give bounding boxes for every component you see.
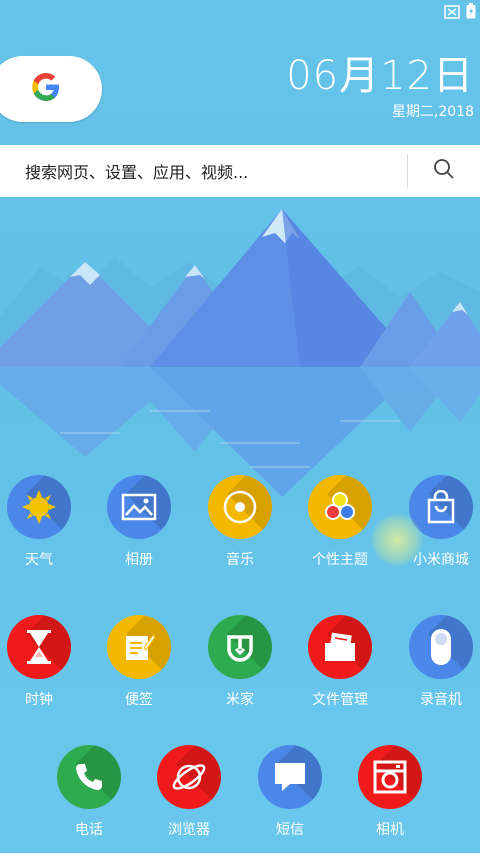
search-bar[interactable]: 搜索网页、设置、应用、视频... bbox=[0, 145, 480, 197]
app-notes[interactable]: 便签 bbox=[91, 615, 187, 709]
phone-icon bbox=[76, 764, 102, 790]
app-music-circle bbox=[208, 475, 272, 539]
dock-phone[interactable]: 电话 bbox=[41, 745, 137, 839]
dock-phone-circle bbox=[57, 745, 121, 809]
app-mi-home-circle bbox=[208, 615, 272, 679]
search-input[interactable]: 搜索网页、设置、应用、视频... bbox=[0, 159, 407, 183]
app-recorder-circle bbox=[409, 615, 473, 679]
dock-phone-label: 电话 bbox=[75, 822, 103, 838]
camera-icon bbox=[373, 760, 407, 794]
hourglass-icon bbox=[27, 630, 51, 664]
app-recorder[interactable]: 录音机 bbox=[393, 615, 480, 709]
app-notes-label: 便签 bbox=[125, 692, 153, 708]
dock-browser-label: 浏览器 bbox=[168, 822, 210, 838]
clock-widget[interactable]: 06月12日 星期二,2018 bbox=[286, 52, 474, 122]
touch-indicator bbox=[371, 514, 423, 566]
notes-pen-icon bbox=[126, 634, 156, 660]
picture-icon bbox=[121, 493, 157, 521]
wallpaper-mountains bbox=[0, 197, 480, 507]
app-gallery-circle bbox=[107, 475, 171, 539]
no-sim-icon bbox=[444, 4, 460, 23]
browser-planet-icon bbox=[172, 764, 206, 790]
shopping-bag-icon bbox=[427, 490, 455, 524]
clock-date: 06月12日 bbox=[286, 53, 474, 99]
dock-messages-label: 短信 bbox=[276, 822, 304, 838]
microphone-icon bbox=[431, 629, 451, 665]
mi-home-logo-icon bbox=[227, 635, 253, 662]
dock-browser-circle bbox=[157, 745, 221, 809]
battery-charging-icon bbox=[466, 3, 476, 23]
google-search-widget[interactable] bbox=[0, 56, 102, 122]
google-logo-icon bbox=[29, 70, 63, 108]
dock-browser[interactable]: 浏览器 bbox=[141, 745, 237, 839]
clock-weekday-year: 星期二,2018 bbox=[391, 104, 474, 120]
app-themes[interactable]: 个性主题 bbox=[292, 475, 388, 569]
app-weather[interactable]: 天气 bbox=[0, 475, 87, 569]
sun-icon bbox=[22, 490, 56, 524]
search-button[interactable] bbox=[408, 145, 480, 197]
app-file-manager-label: 文件管理 bbox=[312, 692, 368, 708]
app-clock[interactable]: 时钟 bbox=[0, 615, 87, 709]
app-weather-label: 天气 bbox=[25, 552, 53, 568]
app-music[interactable]: 音乐 bbox=[192, 475, 288, 569]
app-weather-circle bbox=[7, 475, 71, 539]
app-file-manager-circle bbox=[308, 615, 372, 679]
app-file-manager[interactable]: 文件管理 bbox=[292, 615, 388, 709]
folder-icon bbox=[325, 632, 355, 661]
dock-camera[interactable]: 相机 bbox=[342, 745, 438, 839]
app-recorder-label: 录音机 bbox=[420, 692, 462, 708]
dock-camera-label: 相机 bbox=[376, 822, 404, 838]
app-gallery[interactable]: 相册 bbox=[91, 475, 187, 569]
app-mi-home[interactable]: 米家 bbox=[192, 615, 288, 709]
themes-palette-icon bbox=[325, 492, 355, 520]
message-bubble-icon bbox=[275, 763, 305, 791]
status-bar bbox=[444, 3, 476, 23]
app-music-label: 音乐 bbox=[226, 552, 254, 568]
music-disc-icon bbox=[223, 490, 257, 524]
app-clock-circle bbox=[7, 615, 71, 679]
dock-messages-circle bbox=[258, 745, 322, 809]
dock-messages[interactable]: 短信 bbox=[242, 745, 338, 839]
app-themes-circle bbox=[308, 475, 372, 539]
dock-camera-circle bbox=[358, 745, 422, 809]
app-notes-circle bbox=[107, 615, 171, 679]
app-clock-label: 时钟 bbox=[25, 692, 53, 708]
search-icon bbox=[433, 158, 455, 184]
app-gallery-label: 相册 bbox=[125, 552, 153, 568]
app-mi-home-label: 米家 bbox=[226, 692, 254, 708]
